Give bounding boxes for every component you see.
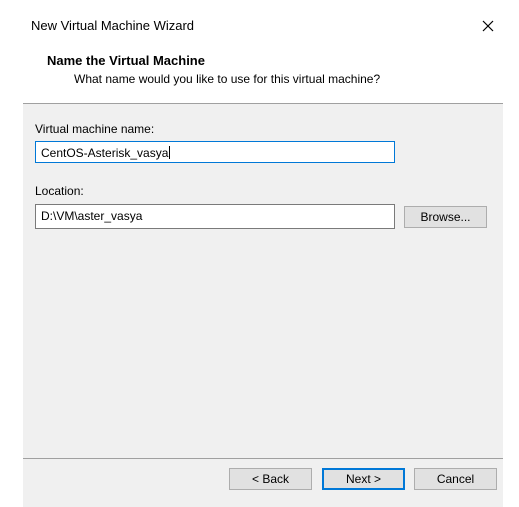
wizard-header: Name the Virtual Machine What name would… bbox=[0, 46, 519, 103]
vm-name-value: CentOS-Asterisk_vasya bbox=[41, 146, 169, 160]
browse-button[interactable]: Browse... bbox=[404, 206, 487, 228]
wizard-window: New Virtual Machine Wizard Name the Virt… bbox=[0, 0, 519, 507]
location-value: D:\VM\aster_vasya bbox=[41, 209, 143, 223]
content-panel: Virtual machine name: CentOS-Asterisk_va… bbox=[23, 103, 503, 459]
header-title: Name the Virtual Machine bbox=[47, 53, 205, 68]
vm-name-input[interactable]: CentOS-Asterisk_vasya bbox=[35, 141, 395, 163]
location-label: Location: bbox=[35, 184, 84, 198]
location-input[interactable]: D:\VM\aster_vasya bbox=[35, 204, 395, 229]
window-title: New Virtual Machine Wizard bbox=[31, 18, 195, 33]
vm-name-label: Virtual machine name: bbox=[35, 122, 155, 136]
title-bar: New Virtual Machine Wizard bbox=[0, 0, 519, 46]
text-caret bbox=[169, 146, 171, 159]
cancel-button[interactable]: Cancel bbox=[414, 468, 497, 490]
header-subtitle: What name would you like to use for this… bbox=[74, 72, 381, 86]
close-icon bbox=[482, 20, 494, 32]
next-button[interactable]: Next > bbox=[322, 468, 405, 490]
wizard-footer: < Back Next > Cancel bbox=[23, 458, 503, 507]
close-button[interactable] bbox=[472, 12, 504, 40]
back-button[interactable]: < Back bbox=[229, 468, 312, 490]
